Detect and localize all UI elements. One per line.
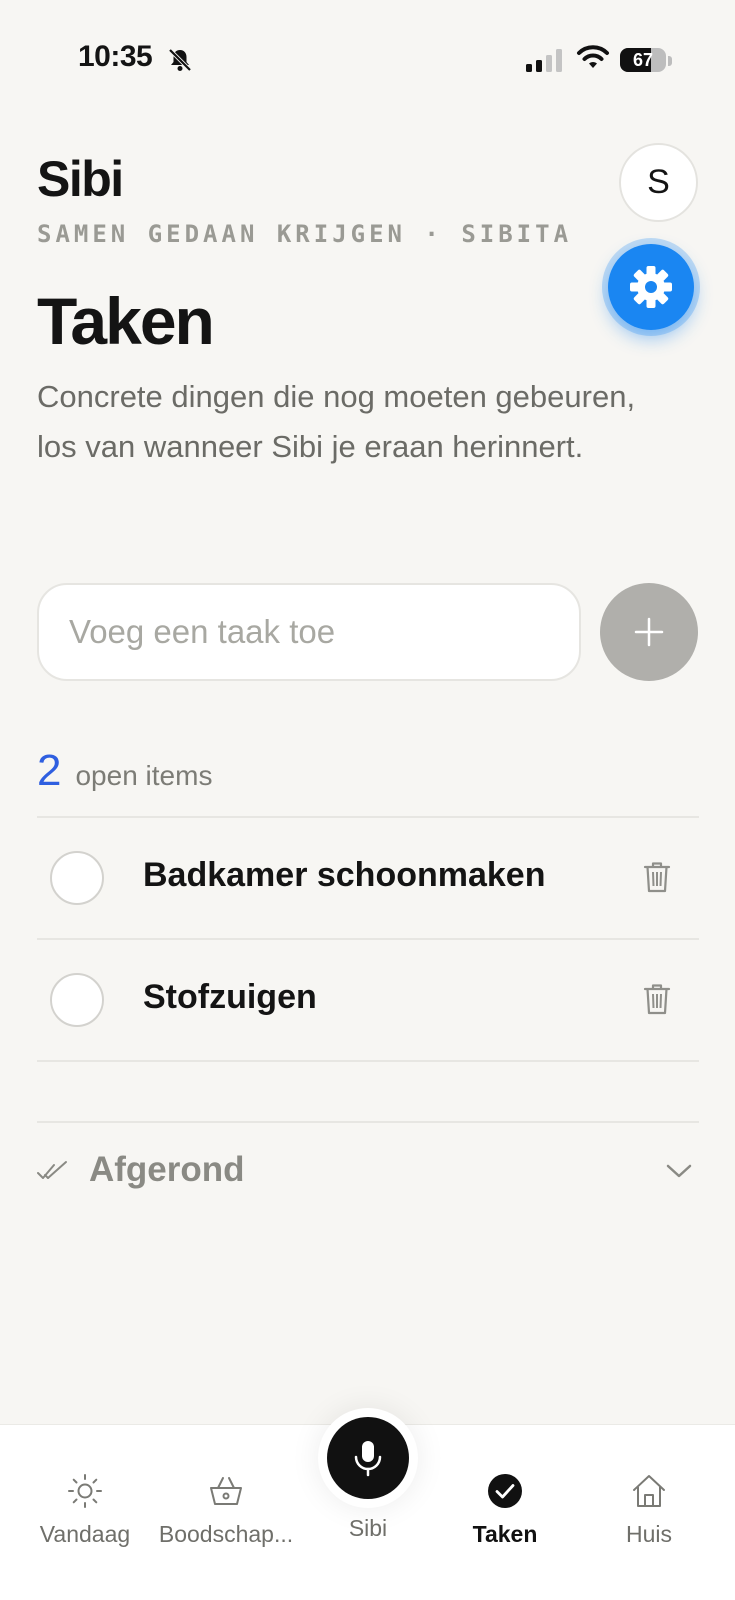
task-title: Stofzuigen <box>143 978 317 1016</box>
cellular-signal-icon <box>526 49 562 72</box>
status-time: 10:35 <box>78 40 153 73</box>
trash-icon[interactable] <box>642 860 672 894</box>
avatar-button[interactable]: S <box>619 143 698 222</box>
add-task-input[interactable] <box>37 583 581 681</box>
avatar-initial: S <box>647 163 670 201</box>
checkmark-circle-icon <box>488 1474 522 1508</box>
basket-icon <box>210 1477 242 1505</box>
page-title: Taken <box>37 284 215 358</box>
tab-huis[interactable]: Huis <box>579 1453 719 1563</box>
wifi-icon <box>577 45 609 68</box>
divider <box>37 1121 699 1123</box>
app-title: Sibi <box>37 151 124 207</box>
task-row[interactable]: Stofzuigen <box>37 940 699 1058</box>
status-bar: 10:35 67 <box>0 0 735 120</box>
tab-label: Taken <box>472 1521 538 1547</box>
battery-icon: 67 <box>620 46 672 74</box>
open-count-label: open items <box>75 760 213 791</box>
bell-muted-icon <box>168 48 192 72</box>
tab-sibi[interactable] <box>318 1408 418 1508</box>
tab-label: Huis <box>625 1521 672 1547</box>
open-items-count: 2 open items <box>37 746 212 796</box>
tab-vandaag[interactable]: Vandaag <box>15 1453 155 1563</box>
tab-label: Vandaag <box>39 1521 131 1547</box>
battery-percentage: 67 <box>632 50 654 70</box>
add-task-button[interactable] <box>600 583 698 681</box>
tab-boodschappen[interactable]: Boodschap... <box>156 1453 296 1563</box>
gear-icon <box>630 266 672 308</box>
sun-icon <box>68 1474 102 1508</box>
task-checkbox[interactable] <box>50 851 104 905</box>
task-row[interactable]: Badkamer schoonmaken <box>37 818 699 936</box>
chevron-down-icon <box>666 1164 692 1178</box>
house-icon <box>633 1475 665 1507</box>
page-description: Concrete dingen die nog moeten gebeuren,… <box>37 379 636 464</box>
completed-section-toggle[interactable]: Afgerond <box>37 1124 699 1214</box>
open-count-number: 2 <box>37 746 62 795</box>
tab-label: Boodschap... <box>158 1521 294 1547</box>
task-checkbox[interactable] <box>50 973 104 1027</box>
divider <box>37 1060 699 1062</box>
app-subtitle: SAMEN GEDAAN KRIJGEN · SIBITA <box>37 220 573 248</box>
double-check-icon <box>37 1161 67 1179</box>
settings-button[interactable] <box>608 244 694 330</box>
plus-icon <box>634 617 664 647</box>
task-title: Badkamer schoonmaken <box>143 856 546 894</box>
tab-label: Sibi <box>348 1515 388 1541</box>
trash-icon[interactable] <box>642 982 672 1016</box>
completed-label: Afgerond <box>89 1150 245 1189</box>
tab-taken[interactable]: Taken <box>435 1453 575 1563</box>
microphone-button[interactable] <box>327 1417 409 1499</box>
microphone-icon <box>354 1441 382 1477</box>
